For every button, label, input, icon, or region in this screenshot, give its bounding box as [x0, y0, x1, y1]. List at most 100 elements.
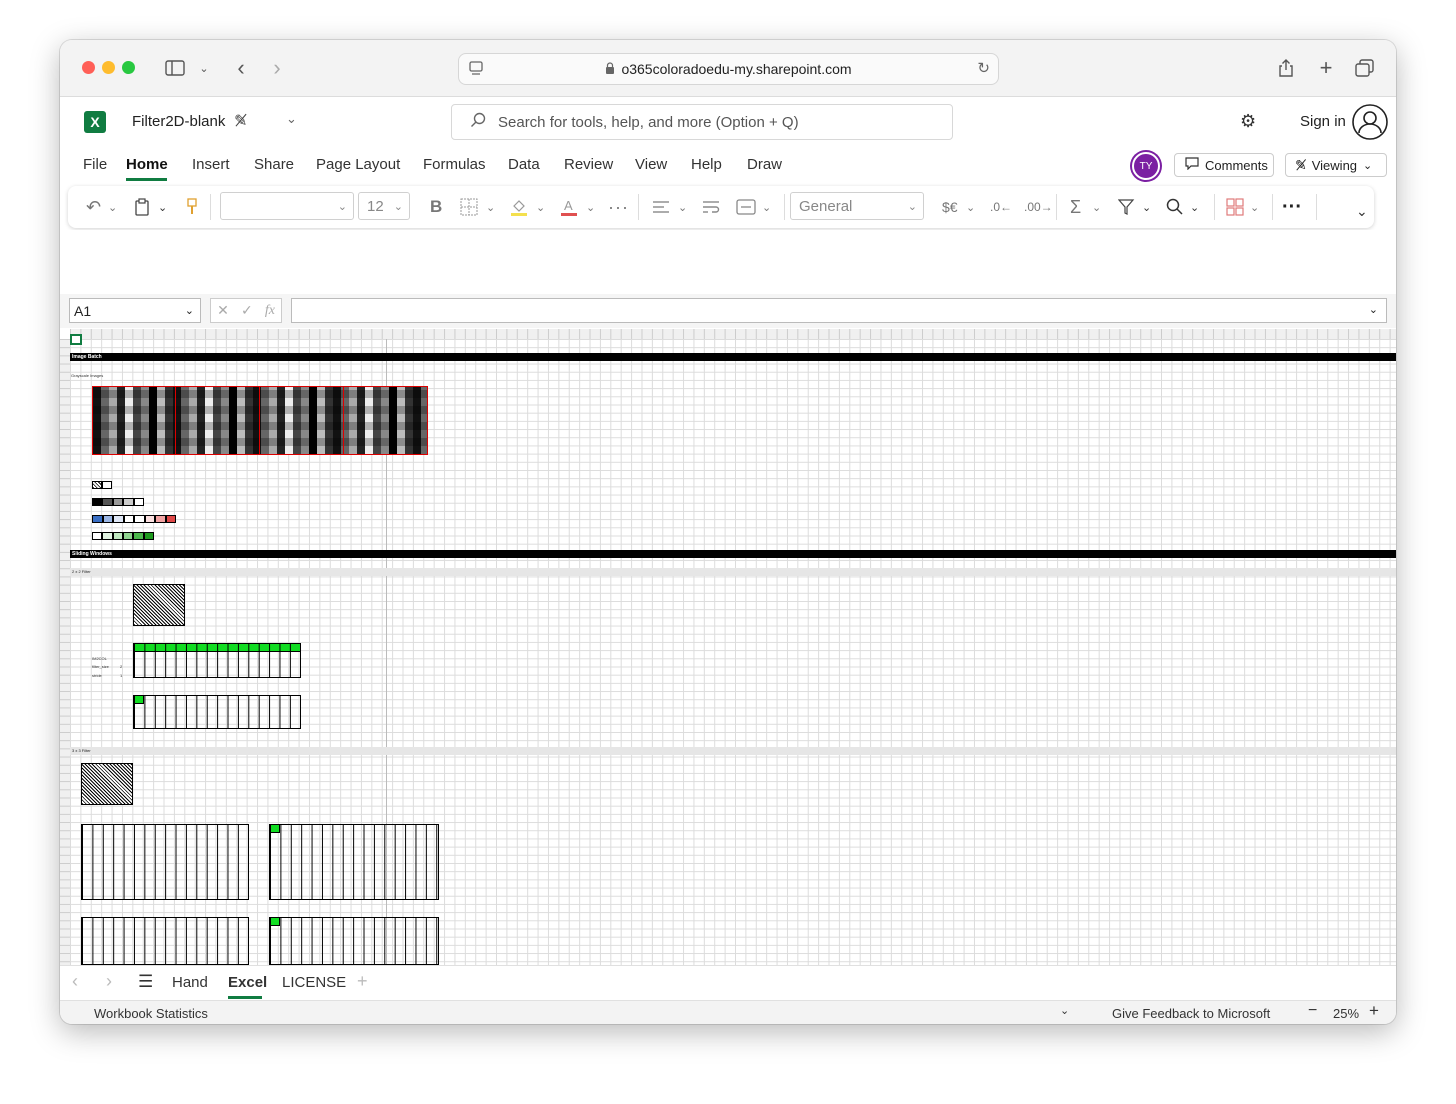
find-icon[interactable] — [1166, 194, 1184, 220]
minimize-window-button[interactable] — [102, 61, 115, 74]
spreadsheet-grid[interactable]: Image Batch Grayscale Images Sliding Win… — [60, 329, 1396, 965]
workbook-statistics[interactable]: Workbook Statistics — [94, 1006, 208, 1021]
increase-decimal-icon[interactable]: .00→ — [1024, 194, 1053, 220]
sign-in-link[interactable]: Sign in — [1300, 113, 1346, 130]
font-size-select[interactable]: 12 ⌄ — [358, 192, 410, 220]
selected-cell-a1[interactable] — [70, 334, 82, 345]
sample-binary-image-2x2[interactable] — [133, 584, 185, 626]
tab-overview-icon[interactable] — [1354, 56, 1376, 80]
scroll-sheets-right-icon[interactable]: › — [106, 971, 112, 992]
chevron-down-icon[interactable]: ⌄ — [1190, 194, 1199, 220]
section-header-image-batch: Image Batch — [70, 353, 1396, 361]
tab-data[interactable]: Data — [508, 156, 540, 173]
more-options-icon[interactable]: ··· — [1282, 194, 1302, 220]
reload-icon[interactable]: ↻ — [977, 59, 990, 77]
file-name[interactable]: Filter2D-blank — [132, 113, 225, 130]
feedback-link[interactable]: Give Feedback to Microsoft — [1112, 1006, 1270, 1021]
account-icon[interactable] — [1352, 104, 1388, 145]
borders-icon[interactable] — [460, 194, 478, 220]
expand-ribbon-icon[interactable]: ⌄ — [1356, 198, 1368, 224]
sheet-tab-hand[interactable]: Hand — [172, 974, 208, 991]
sheet-tab-excel[interactable]: Excel — [228, 974, 267, 991]
forward-button[interactable]: › — [268, 55, 286, 80]
back-button[interactable]: ‹ — [232, 55, 250, 80]
zoom-out-icon[interactable]: − — [1308, 1002, 1317, 1020]
user-avatar[interactable]: TY — [1132, 152, 1160, 180]
all-sheets-menu-icon[interactable]: ☰ — [138, 972, 153, 992]
excel-logo-icon[interactable]: X — [84, 111, 106, 133]
chevron-down-icon[interactable]: ⌄ — [1142, 194, 1151, 220]
address-bar[interactable]: o365coloradoedu-my.sharepoint.com ↻ — [458, 53, 999, 85]
chevron-down-icon[interactable]: ⌄ — [1092, 194, 1101, 220]
confirm-icon[interactable]: ✓ — [241, 302, 253, 319]
search-input[interactable]: Search for tools, help, and more (Option… — [451, 104, 953, 140]
image-batch-grid[interactable] — [92, 386, 428, 455]
chevron-down-icon[interactable]: ⌄ — [678, 194, 687, 220]
tab-home[interactable]: Home — [126, 156, 168, 173]
viewing-mode-button[interactable]: ✎̸ Viewing ⌄ — [1285, 153, 1387, 177]
tab-share[interactable]: Share — [254, 156, 294, 173]
font-family-select[interactable]: ⌄ — [220, 192, 354, 220]
autosum-icon[interactable]: Σ — [1070, 194, 1081, 220]
tab-view[interactable]: View — [635, 156, 667, 173]
currency-format-icon[interactable]: $€ — [942, 194, 958, 220]
page-menu-icon[interactable] — [468, 60, 484, 79]
fill-color-icon[interactable] — [510, 194, 528, 220]
file-menu-chevron-icon[interactable]: ⌄ — [286, 111, 297, 127]
number-format-select[interactable]: General ⌄ — [790, 192, 924, 220]
align-icon[interactable] — [652, 194, 670, 220]
settings-gear-icon[interactable]: ⚙ — [1240, 111, 1256, 132]
share-icon[interactable] — [1276, 56, 1296, 80]
chevron-down-icon[interactable]: ⌄ — [1060, 1004, 1069, 1017]
more-font-options-icon[interactable]: ··· — [608, 194, 629, 220]
tab-insert[interactable]: Insert — [192, 156, 230, 173]
formula-input[interactable]: ⌄ — [291, 298, 1387, 323]
comments-button[interactable]: Comments — [1174, 153, 1274, 177]
bold-icon[interactable]: B — [430, 194, 442, 220]
tab-help[interactable]: Help — [691, 156, 722, 173]
clipboard-icon[interactable] — [134, 194, 150, 220]
filter-matrix-stride-1[interactable] — [81, 824, 249, 900]
filter-matrix-stride-2[interactable] — [81, 917, 249, 965]
chevron-down-icon[interactable]: ⌄ — [486, 194, 495, 220]
chevron-down-icon[interactable]: ⌄ — [762, 194, 771, 220]
zoom-window-button[interactable] — [122, 61, 135, 74]
zoom-in-icon[interactable]: + — [1369, 1001, 1379, 1021]
format-painter-icon[interactable] — [186, 194, 198, 220]
wrap-text-icon[interactable] — [702, 194, 720, 220]
im2col-matrix-2x2[interactable] — [133, 651, 301, 678]
zoom-level[interactable]: 25% — [1333, 1006, 1359, 1021]
tab-page-layout[interactable]: Page Layout — [316, 156, 400, 173]
chevron-down-icon[interactable]: ⌄ — [108, 194, 117, 220]
tab-file[interactable]: File — [83, 156, 107, 173]
expand-formula-icon[interactable]: ⌄ — [1369, 303, 1378, 316]
chevron-down-icon[interactable]: ⌄ — [586, 194, 595, 220]
tab-formulas[interactable]: Formulas — [423, 156, 486, 173]
cancel-icon[interactable]: ✕ — [217, 302, 229, 319]
close-window-button[interactable] — [82, 61, 95, 74]
name-box[interactable]: A1 ⌄ — [69, 298, 201, 323]
sample-binary-image-3x3[interactable] — [81, 763, 133, 805]
output-matrix-2x2[interactable] — [133, 695, 301, 729]
add-sheet-icon[interactable]: + — [357, 971, 368, 992]
chevron-down-icon[interactable]: ⌄ — [158, 194, 167, 220]
sort-filter-icon[interactable] — [1118, 194, 1136, 220]
sheet-tab-license[interactable]: LICENSE — [282, 974, 346, 991]
sidebar-toggle-icon[interactable] — [164, 56, 186, 80]
decrease-decimal-icon[interactable]: .0← — [990, 194, 1012, 220]
new-tab-icon[interactable]: + — [1316, 55, 1336, 80]
im2col-matrix-stride-1[interactable] — [269, 824, 439, 900]
cell-styles-icon[interactable] — [1226, 194, 1244, 220]
merge-cells-icon[interactable] — [736, 194, 756, 220]
chevron-down-icon[interactable]: ⌄ — [966, 194, 975, 220]
chevron-down-icon[interactable]: ⌄ — [536, 194, 545, 220]
font-color-icon[interactable]: A — [560, 194, 578, 220]
chevron-down-icon[interactable]: ⌄ — [196, 56, 212, 80]
chevron-down-icon[interactable]: ⌄ — [1250, 194, 1259, 220]
im2col-matrix-stride-2[interactable] — [269, 917, 439, 965]
scroll-sheets-left-icon[interactable]: ‹ — [72, 971, 78, 992]
function-icon[interactable]: fx — [265, 303, 275, 319]
tab-review[interactable]: Review — [564, 156, 613, 173]
tab-draw[interactable]: Draw — [747, 156, 782, 173]
undo-icon[interactable]: ↶ — [86, 194, 101, 220]
